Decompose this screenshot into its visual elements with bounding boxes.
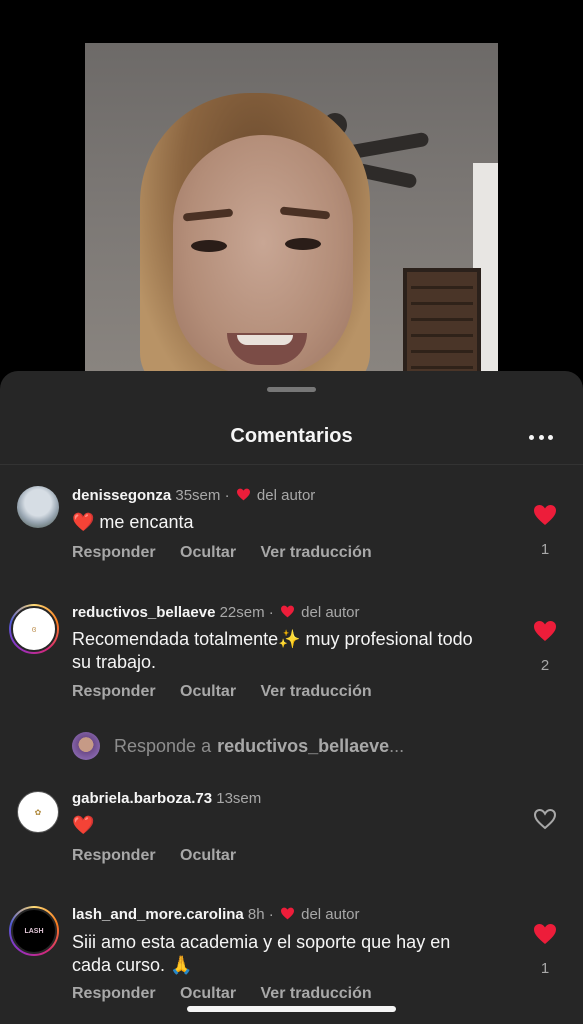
comment-time: 8h — [247, 906, 265, 923]
background-door — [403, 268, 481, 383]
comment-username[interactable]: gabriela.barboza.73 — [72, 790, 212, 807]
avatar[interactable]: ✿ — [17, 791, 59, 833]
comment-time: 22sem — [219, 604, 265, 621]
more-horizontal-icon[interactable] — [529, 427, 553, 447]
like-control[interactable]: 1 — [530, 504, 560, 558]
reply-button[interactable]: Responder — [72, 985, 156, 1002]
separator: · — [268, 906, 274, 923]
avatar — [72, 732, 100, 760]
comment-username[interactable]: denissegonza — [72, 487, 171, 504]
translate-button[interactable]: Ver traducción — [261, 683, 372, 700]
like-count: 1 — [540, 541, 550, 558]
author-label: del autor — [301, 906, 360, 923]
hide-button[interactable]: Ocultar — [180, 544, 236, 561]
sheet-header: Comentarios — [0, 415, 583, 465]
reply-button[interactable]: Responder — [72, 683, 156, 700]
like-count: 1 — [540, 960, 550, 977]
comment-time: 13sem — [216, 790, 262, 807]
like-control[interactable] — [530, 808, 560, 845]
comment-actions: Responder Ocultar Ver traducción — [72, 544, 392, 562]
reply-button[interactable]: Responder — [72, 544, 156, 561]
comment-text: Recomendada totalmente✨ muy profesional … — [72, 629, 473, 672]
video-player[interactable] — [85, 43, 498, 383]
reply-username: reductivos_bellaeve — [217, 735, 390, 756]
person-eye — [285, 238, 321, 250]
comment-meta: denissegonza 35sem · del autor — [72, 487, 315, 504]
home-indicator[interactable] — [187, 1006, 396, 1012]
avatar[interactable] — [17, 486, 59, 528]
reply-prefix: Responde a — [114, 735, 212, 756]
author-heart-icon — [280, 605, 294, 618]
sheet-title: Comentarios — [230, 425, 353, 447]
comment-meta: lash_and_more.carolina 8h · del autor — [72, 906, 360, 923]
author-label: del autor — [301, 604, 360, 621]
sheet-grabber[interactable] — [267, 387, 316, 392]
reply-button[interactable]: Responder — [72, 847, 156, 864]
avatar[interactable]: LASH — [9, 906, 59, 956]
comment-actions: Responder Ocultar — [72, 847, 256, 865]
heart-icon[interactable] — [533, 620, 557, 642]
heart-icon[interactable] — [533, 504, 557, 526]
comment-actions: Responder Ocultar Ver traducción — [72, 683, 392, 701]
hide-button[interactable]: Ocultar — [180, 985, 236, 1002]
person-eye — [191, 240, 227, 252]
avatar-logo: ✿ — [34, 807, 42, 817]
reply-ellipsis: ... — [389, 735, 405, 756]
like-count: 2 — [540, 657, 550, 674]
reply-prompt[interactable]: Responde a reductivos_bellaeve ... — [72, 731, 404, 761]
comment-username[interactable]: lash_and_more.carolina — [72, 906, 244, 923]
author-label: del autor — [256, 487, 316, 504]
hide-button[interactable]: Ocultar — [180, 683, 236, 700]
comment-text: Siii amo esta academia y el soporte que … — [72, 932, 451, 975]
heart-outline-icon[interactable] — [533, 808, 557, 830]
avatar-logo: LASH — [11, 908, 57, 954]
translate-button[interactable]: Ver traducción — [261, 985, 372, 1002]
translate-button[interactable]: Ver traducción — [261, 544, 372, 561]
comment-text: ❤️ me encanta — [72, 512, 194, 532]
like-control[interactable]: 1 — [530, 923, 560, 977]
comment-actions: Responder Ocultar Ver traducción — [72, 985, 392, 1003]
comment-meta: gabriela.barboza.73 13sem — [72, 790, 261, 807]
author-heart-icon — [280, 907, 294, 920]
comment-meta: reductivos_bellaeve 22sem · del autor — [72, 604, 360, 621]
comment-text: ❤️ — [72, 815, 95, 835]
comment-time: 35sem — [175, 487, 221, 504]
avatar[interactable]: ɞ — [9, 604, 59, 654]
heart-icon[interactable] — [533, 923, 557, 945]
separator: · — [268, 604, 274, 621]
avatar-logo: ɞ — [11, 606, 57, 652]
separator: · — [224, 487, 230, 504]
hide-button[interactable]: Ocultar — [180, 847, 236, 864]
author-heart-icon — [236, 488, 250, 501]
like-control[interactable]: 2 — [530, 620, 560, 674]
comment-username[interactable]: reductivos_bellaeve — [72, 604, 215, 621]
